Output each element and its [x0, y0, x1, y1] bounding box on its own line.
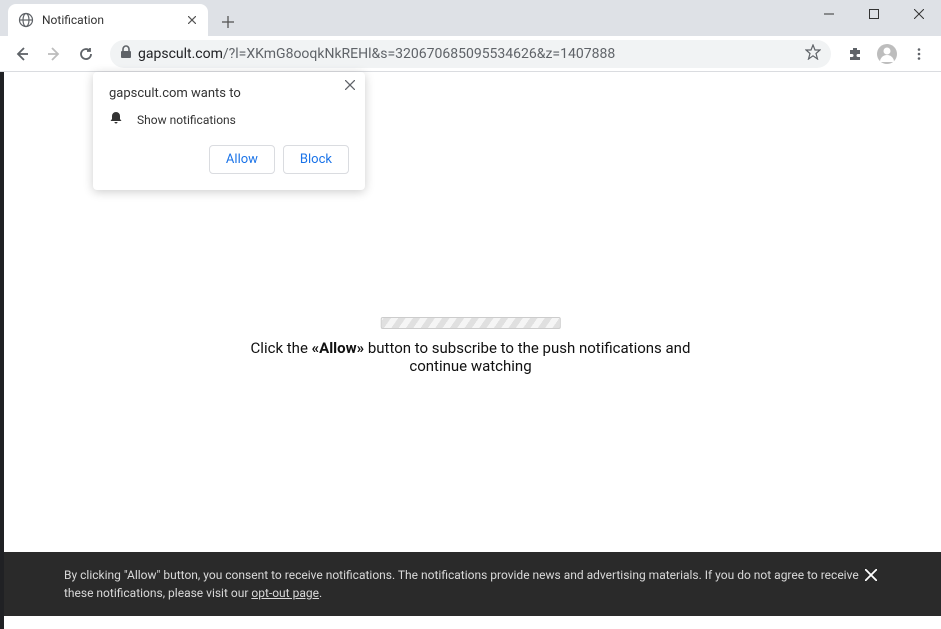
maximize-button[interactable]	[851, 0, 896, 28]
kebab-menu-icon[interactable]	[905, 40, 933, 68]
minimize-button[interactable]	[806, 0, 851, 28]
browser-toolbar: gapscult.com/?l=XKmG8ooqkNkREHl&s=320670…	[0, 36, 941, 72]
profile-avatar-icon[interactable]	[873, 40, 901, 68]
banner-close-icon[interactable]	[865, 564, 877, 588]
instruction-text: Click the «Allow» button to subscribe to…	[235, 339, 706, 375]
opt-out-link[interactable]: opt-out page	[251, 586, 319, 600]
popup-message: Show notifications	[137, 113, 236, 127]
forward-button[interactable]	[40, 40, 68, 68]
popup-message-row: Show notifications	[109, 111, 349, 129]
url-text: gapscult.com/?l=XKmG8ooqkNkREHl&s=320670…	[138, 46, 799, 62]
loading-bar	[381, 317, 561, 329]
popup-title: gapscult.com wants to	[109, 86, 349, 101]
browser-tab[interactable]: Notification	[8, 4, 208, 36]
back-button[interactable]	[8, 40, 36, 68]
popup-buttons: Allow Block	[109, 145, 349, 174]
new-tab-button[interactable]	[214, 8, 242, 36]
window-close-button[interactable]	[896, 0, 941, 28]
lock-icon	[120, 45, 132, 62]
content-edge	[0, 72, 4, 629]
globe-icon	[18, 12, 34, 28]
bookmark-star-icon[interactable]	[805, 44, 821, 64]
banner-text: By clicking "Allow" button, you consent …	[64, 568, 859, 600]
window-controls	[806, 0, 941, 28]
bell-icon	[109, 111, 123, 129]
tab-close-icon[interactable]	[186, 11, 198, 30]
page-content: gapscult.com wants to Show notifications…	[0, 72, 941, 629]
extensions-icon[interactable]	[841, 40, 869, 68]
reload-button[interactable]	[72, 40, 100, 68]
tab-title: Notification	[42, 13, 178, 27]
address-bar[interactable]: gapscult.com/?l=XKmG8ooqkNkREHl&s=320670…	[110, 40, 831, 68]
allow-button[interactable]: Allow	[209, 145, 275, 174]
block-button[interactable]: Block	[283, 145, 349, 174]
cookie-banner: By clicking "Allow" button, you consent …	[4, 552, 941, 616]
tab-bar: Notification	[0, 0, 941, 36]
popup-close-icon[interactable]	[345, 78, 355, 94]
permission-popup: gapscult.com wants to Show notifications…	[93, 72, 365, 190]
page-main-content: Click the «Allow» button to subscribe to…	[235, 317, 706, 375]
